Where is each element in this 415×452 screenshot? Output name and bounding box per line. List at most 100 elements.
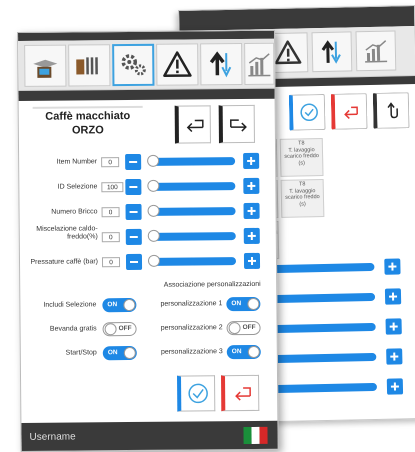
product-variant: ORZO [71,124,104,137]
parameter-value-field[interactable]: 100 [101,182,124,193]
back-confirm-button[interactable] [288,93,326,131]
coffee-machine-icon [33,59,58,78]
italian-flag-icon[interactable] [243,426,268,445]
value-slider[interactable] [147,229,236,242]
tab-settings[interactable] [112,43,155,87]
value-slider[interactable] [147,254,237,267]
gears-icon [121,54,146,76]
personalization-label: personalizzazione 3 [160,348,223,356]
personalization-label: personalizzazione 2 [160,324,223,332]
previous-button[interactable] [174,105,211,144]
setting-label: Bevanda gratis [49,325,97,333]
header-separator [18,88,275,101]
tab-stats[interactable] [244,42,275,86]
value-slider[interactable] [147,154,236,167]
slider-knob[interactable] [147,204,160,217]
up-down-arrow-icon [321,40,341,64]
toggle-switch[interactable]: ON [226,296,261,312]
setting-label: Includi Selezione [43,301,97,309]
increment-button[interactable] [243,227,260,245]
toggle-switch[interactable]: OFF [102,321,137,337]
bar-chart-icon [248,53,271,77]
slider-knob[interactable] [147,254,161,267]
increment-button[interactable] [243,152,260,170]
personalization-label: personalizzazione 1 [160,300,223,308]
toggle-knob [228,322,241,335]
parameter-cell[interactable]: T8 T. lavaggio scarico freddo (s) [280,178,325,218]
parameter-label: Miscelazione caldo-freddo(%) [36,225,98,241]
slider-knob[interactable] [147,154,160,167]
value-slider[interactable] [147,204,236,217]
back-button[interactable] [221,374,260,412]
tab-alarms[interactable] [156,43,199,86]
increment-button[interactable] [384,258,401,275]
decrement-button[interactable] [125,178,142,196]
toggle-switch[interactable]: ON [226,344,261,360]
parameter-unit: (s) [298,159,305,167]
back-back-button[interactable] [330,93,368,130]
parameter-name: T. lavaggio scarico freddo [285,187,320,201]
parameter-value-field[interactable]: 0 [101,232,120,243]
toggle-state: OFF [242,323,256,332]
parameter-value-field[interactable]: 0 [101,207,120,218]
footer-bar: Username [21,420,279,452]
increment-button[interactable] [386,348,403,365]
parameter-unit: (s) [299,200,306,208]
back-undo-button[interactable] [372,92,410,129]
parameter-row: Miscelazione caldo-freddo(%) 0 [20,225,278,248]
increment-button[interactable] [384,288,402,305]
setting-label: Start/Stop [65,349,97,357]
warning-icon [274,40,302,65]
slider-knob[interactable] [147,179,160,192]
decrement-button[interactable] [125,253,143,271]
back-tab-transfer[interactable] [311,31,353,73]
toggle-knob [247,345,260,358]
increment-button[interactable] [386,378,404,395]
next-button[interactable] [218,104,255,144]
parameter-row: Pressature caffè (bar) 0 [20,252,278,273]
toggle-state: OFF [118,325,132,333]
increment-button[interactable] [385,318,402,335]
decrement-button[interactable] [125,228,142,246]
increment-button[interactable] [243,202,260,220]
arrow-right-icon [229,119,247,132]
association-title: Associazione personalizzazioni [163,280,261,289]
toggle-switch[interactable]: ON [102,297,137,313]
decrement-button[interactable] [125,153,142,171]
value-slider[interactable] [147,179,236,192]
tab-transfer[interactable] [200,43,243,86]
parameter-name: T. lavaggio scarico freddo [284,146,319,160]
confirm-button[interactable] [177,375,216,412]
parameter-label: Numero Bricco [51,208,98,216]
cups-icon [76,57,98,75]
parameter-value-field[interactable]: 0 [101,157,120,168]
main-screen: Caffè macchiato ORZO Item Number 0 ID Sele… [17,29,279,452]
username-label: Username [29,431,76,443]
tab-bar [18,38,275,91]
decrement-button[interactable] [125,203,142,221]
parameter-value-field[interactable]: 0 [101,257,121,268]
toggle-switch[interactable]: OFF [226,320,261,336]
arrow-left-icon [186,119,204,133]
slider-knob[interactable] [147,229,160,242]
increment-button[interactable] [243,252,261,270]
toggle-knob [123,298,136,312]
up-down-arrow-icon [209,51,232,78]
toggle-knob [247,297,260,310]
parameter-row: Item Number 0 [19,152,277,173]
toggle-switch[interactable]: ON [102,345,137,361]
check-circle-icon [187,383,208,404]
increment-button[interactable] [243,177,260,195]
parameter-label: ID Selezione [57,183,98,191]
parameter-cell[interactable]: T8 T. lavaggio scarico freddo (s) [279,137,324,177]
toggle-knob [104,323,117,336]
parameter-row: Numero Bricco 0 [20,202,278,223]
parameter-label: Pressature caffè (bar) [30,258,99,266]
return-arrow-icon [343,106,358,119]
back-tab-stats[interactable] [355,30,397,72]
toggle-state: ON [231,300,242,308]
tab-products[interactable] [68,44,111,87]
product-name: Caffè macchiato [45,110,131,123]
curved-arrow-icon [386,102,398,119]
tab-machine[interactable] [24,44,67,87]
